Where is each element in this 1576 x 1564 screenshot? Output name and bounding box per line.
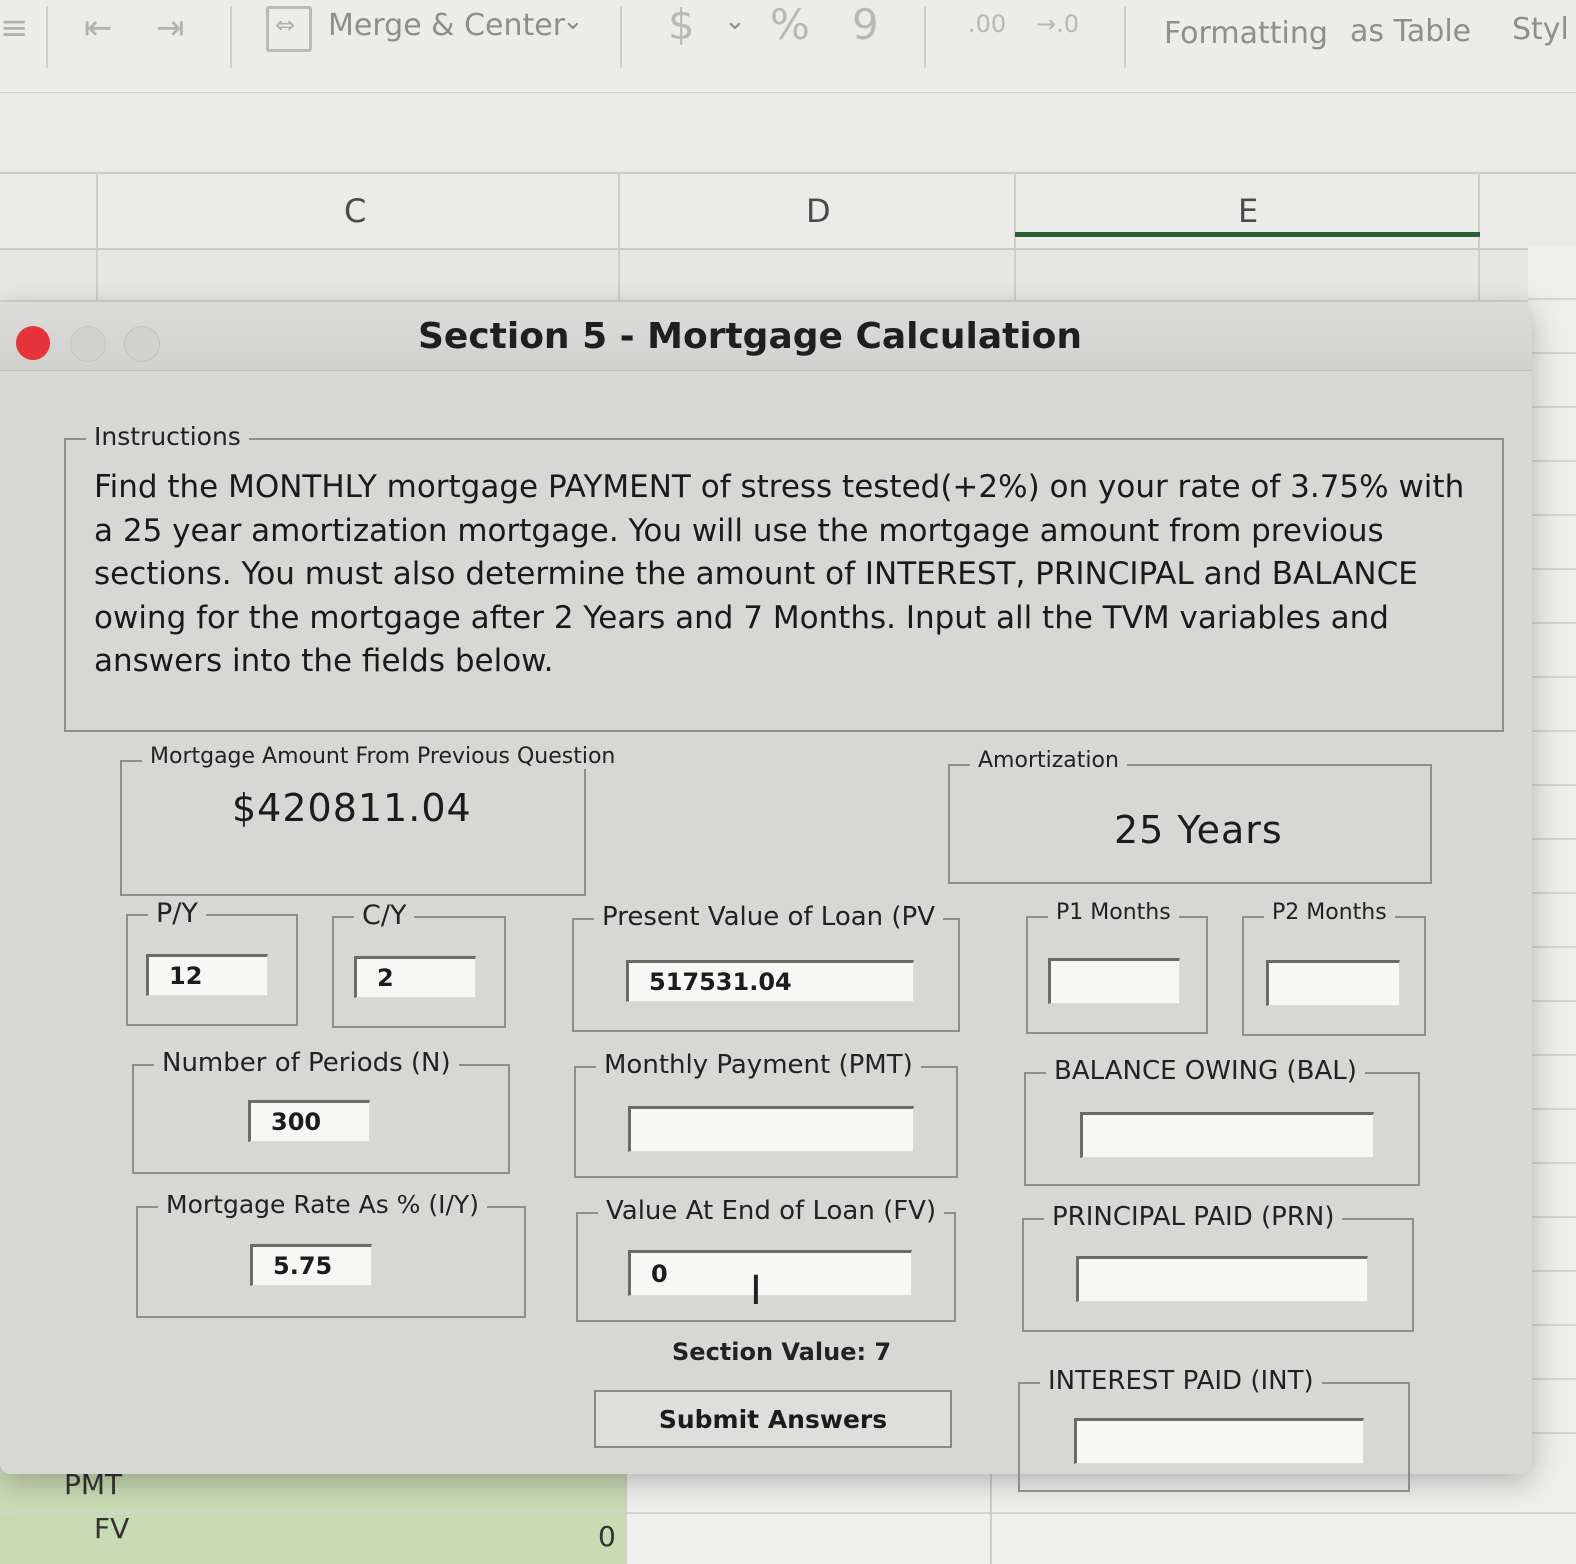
n-legend: Number of Periods (N) <box>154 1048 459 1078</box>
increase-decimal-button[interactable]: .00 <box>968 10 1006 38</box>
column-divider <box>1478 172 1480 304</box>
balance-owing-group: BALANCE OWING (BAL) <box>1024 1056 1420 1186</box>
balance-owing-input[interactable] <box>1080 1112 1374 1158</box>
cy-input[interactable] <box>354 956 476 998</box>
text-cursor-icon: I <box>750 1268 762 1314</box>
interest-paid-input[interactable] <box>1074 1418 1364 1464</box>
column-header-e[interactable]: E <box>1238 192 1258 230</box>
instructions-text: Find the MONTHLY mortgage PAYMENT of str… <box>94 469 1465 679</box>
p1-months-legend: P1 Months <box>1048 900 1179 925</box>
iy-input[interactable] <box>250 1244 372 1286</box>
currency-format-button[interactable]: $ <box>668 0 695 49</box>
align-justify-icon[interactable]: ≡ <box>0 8 29 48</box>
format-as-table-button[interactable]: as Table <box>1350 14 1471 49</box>
column-divider <box>990 1470 992 1564</box>
principal-paid-input[interactable] <box>1076 1256 1368 1302</box>
amortization-group: Amortization 25 Years <box>948 748 1432 884</box>
merge-cells-icon[interactable] <box>266 6 312 52</box>
principal-paid-group: PRINCIPAL PAID (PRN) <box>1022 1202 1414 1332</box>
submit-answers-button[interactable]: Submit Answers <box>594 1390 952 1448</box>
ribbon-divider <box>620 6 622 68</box>
ribbon-divider <box>46 6 48 68</box>
column-header-d[interactable]: D <box>806 192 831 230</box>
fv-group: Value At End of Loan (FV) <box>576 1196 956 1322</box>
pmt-group: Monthly Payment (PMT) <box>574 1050 958 1178</box>
chevron-down-icon[interactable]: ⌄ <box>562 6 584 36</box>
py-group: P/Y <box>126 898 298 1026</box>
column-divider <box>1014 172 1016 304</box>
ribbon-divider <box>1124 6 1126 68</box>
interest-paid-group: INTEREST PAID (INT) <box>1018 1366 1410 1492</box>
dialog-title: Section 5 - Mortgage Calculation <box>417 316 1083 357</box>
pv-input[interactable] <box>626 960 914 1002</box>
row-divider <box>0 1512 1576 1514</box>
ribbon-divider <box>230 6 232 68</box>
column-header-row <box>0 172 1576 250</box>
pv-group: Present Value of Loan (PV <box>572 902 960 1032</box>
p2-months-input[interactable] <box>1266 960 1400 1006</box>
instructions-group: Instructions Find the MONTHLY mortgage P… <box>64 422 1504 732</box>
mortgage-amount-group: Mortgage Amount From Previous Question $… <box>120 744 624 896</box>
py-input[interactable] <box>146 954 268 996</box>
pv-legend: Present Value of Loan (PV <box>594 902 944 932</box>
conditional-formatting-button[interactable]: Formatting <box>1164 16 1328 51</box>
balance-owing-legend: BALANCE OWING (BAL) <box>1046 1056 1365 1086</box>
decrease-indent-icon[interactable]: ⇤ <box>84 8 113 48</box>
percent-format-button[interactable]: % <box>770 0 810 49</box>
p1-months-group: P1 Months <box>1026 900 1208 1034</box>
sheet-grid-right <box>1528 246 1576 1564</box>
formula-bar-area <box>0 93 1576 171</box>
excel-ribbon: ≡ ⇤ ⇥ Merge & Center ⌄ $ ⌄ % 9 .00 →.0 F… <box>0 0 1576 93</box>
principal-paid-legend: PRINCIPAL PAID (PRN) <box>1044 1202 1343 1232</box>
n-group: Number of Periods (N) <box>132 1048 510 1174</box>
interest-paid-legend: INTEREST PAID (INT) <box>1040 1366 1322 1396</box>
cell-label-fv[interactable]: FV <box>94 1512 129 1545</box>
iy-legend: Mortgage Rate As % (I/Y) <box>158 1190 487 1219</box>
mortgage-amount-legend: Mortgage Amount From Previous Question <box>142 744 624 769</box>
dialog-titlebar[interactable]: Section 5 - Mortgage Calculation <box>0 302 1532 371</box>
p2-months-group: P2 Months <box>1242 900 1426 1036</box>
ribbon-divider <box>924 6 926 68</box>
comma-style-button[interactable]: 9 <box>852 0 879 49</box>
fv-legend: Value At End of Loan (FV) <box>598 1196 945 1226</box>
column-divider <box>96 172 98 304</box>
fv-input[interactable] <box>628 1250 912 1296</box>
chevron-down-icon[interactable]: ⌄ <box>724 6 746 36</box>
n-input[interactable] <box>248 1100 370 1142</box>
amortization-value: 25 Years <box>1114 808 1283 852</box>
column-divider <box>618 172 620 304</box>
cy-group: C/Y <box>332 900 506 1028</box>
mortgage-amount-value: $420811.04 <box>232 786 472 830</box>
cell-styles-button[interactable]: Styl <box>1512 12 1569 47</box>
pmt-legend: Monthly Payment (PMT) <box>596 1050 921 1080</box>
pmt-input[interactable] <box>628 1106 914 1152</box>
cy-legend: C/Y <box>354 900 415 931</box>
p1-months-input[interactable] <box>1048 958 1180 1004</box>
amortization-legend: Amortization <box>970 748 1127 773</box>
iy-group: Mortgage Rate As % (I/Y) <box>136 1190 526 1318</box>
instructions-legend: Instructions <box>86 422 249 451</box>
selected-column-indicator <box>1015 232 1480 237</box>
increase-indent-icon[interactable]: ⇥ <box>156 8 185 48</box>
py-legend: P/Y <box>148 898 206 929</box>
cell-value-fv[interactable]: 0 <box>598 1520 616 1553</box>
decrease-decimal-button[interactable]: →.0 <box>1036 10 1079 38</box>
column-divider <box>625 1470 627 1564</box>
mortgage-calculation-dialog: Section 5 - Mortgage Calculation Instruc… <box>0 302 1532 1492</box>
p2-months-legend: P2 Months <box>1264 900 1395 925</box>
merge-center-button[interactable]: Merge & Center <box>328 8 565 43</box>
column-header-c[interactable]: C <box>344 192 366 230</box>
section-value-label: Section Value: 7 <box>672 1338 892 1366</box>
